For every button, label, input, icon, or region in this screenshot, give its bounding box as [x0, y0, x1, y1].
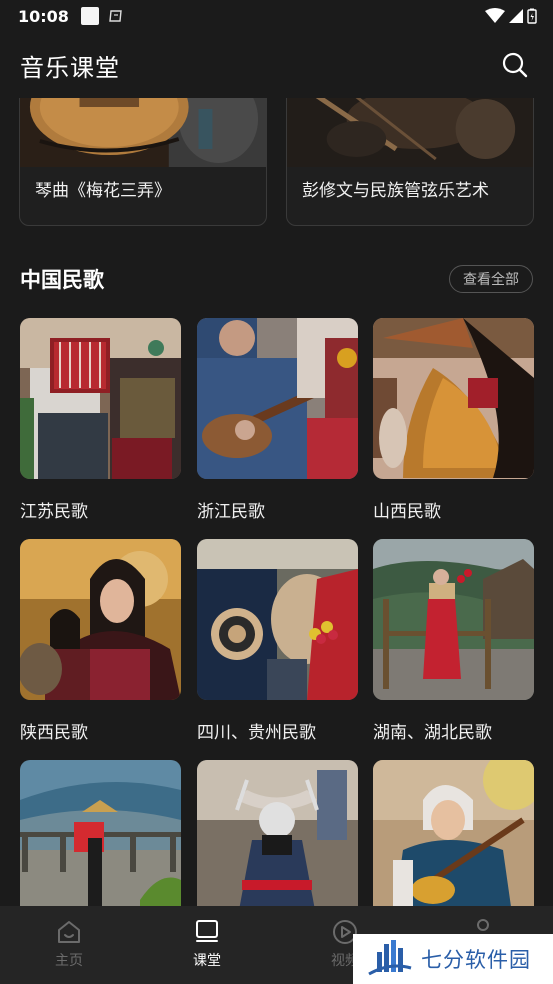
- home-icon: [58, 921, 80, 943]
- folk-song-label: 江苏民歌: [20, 502, 88, 522]
- watermark-text: 七分软件园: [421, 948, 531, 972]
- folk-song-image: [373, 318, 534, 479]
- notification-icon: [80, 7, 99, 25]
- folk-song-label: 四川、贵州民歌: [197, 723, 316, 743]
- nav-home[interactable]: 主页: [0, 906, 138, 984]
- battery-icon: [527, 8, 537, 24]
- folk-song-tile[interactable]: 陕西民歌: [20, 539, 181, 743]
- folk-song-image: [20, 318, 181, 479]
- folk-song-image: [20, 539, 181, 700]
- folk-song-tile[interactable]: 江苏民歌: [20, 318, 181, 522]
- status-indicators: [485, 8, 537, 24]
- section-title: 中国民歌: [20, 268, 104, 292]
- watermark-logo-icon: [368, 940, 412, 976]
- signal-icon: [509, 9, 523, 23]
- see-all-button[interactable]: 查看全部: [449, 265, 533, 293]
- status-time: 10:08: [18, 6, 69, 26]
- folk-song-tile[interactable]: 山西民歌: [373, 318, 534, 522]
- folk-song-tile[interactable]: [197, 760, 358, 906]
- nav-label: 主页: [55, 953, 83, 969]
- folk-song-tile[interactable]: 四川、贵州民歌: [197, 539, 358, 743]
- folk-song-label: 陕西民歌: [20, 723, 88, 743]
- featured-card[interactable]: 彭修文与民族管弦乐艺术: [286, 98, 534, 226]
- app-notification-icon: [109, 10, 122, 22]
- nav-classroom[interactable]: 课堂: [138, 906, 276, 984]
- featured-title: 彭修文与民族管弦乐艺术: [302, 181, 489, 201]
- folk-song-image: [197, 760, 358, 906]
- folk-song-tile[interactable]: [373, 760, 534, 906]
- watermark: 七分软件园: [353, 934, 553, 984]
- search-button[interactable]: [497, 47, 533, 83]
- folk-song-tile[interactable]: 浙江民歌: [197, 318, 358, 522]
- folk-song-label: 湖南、湖北民歌: [373, 723, 492, 743]
- folk-song-tile[interactable]: 湖南、湖北民歌: [373, 539, 534, 743]
- nav-label: 课堂: [193, 953, 221, 969]
- folk-song-image: [197, 539, 358, 700]
- folk-song-image: [20, 760, 181, 906]
- folk-song-image: [373, 760, 534, 906]
- featured-image: [20, 98, 266, 167]
- content-scroll[interactable]: 琴曲《梅花三弄》 彭修文与民族管弦乐艺术 中国民歌 查看全部 江苏民歌 浙江民歌…: [0, 98, 553, 906]
- featured-image: [287, 98, 533, 167]
- folk-song-image: [373, 539, 534, 700]
- search-icon: [502, 52, 528, 78]
- folk-song-label: 山西民歌: [373, 502, 441, 522]
- folk-song-label: 浙江民歌: [197, 502, 265, 522]
- status-bar: 10:08: [0, 0, 553, 32]
- folk-song-tile[interactable]: [20, 760, 181, 906]
- folk-song-image: [197, 318, 358, 479]
- wifi-icon: [485, 8, 505, 23]
- classroom-icon: [196, 920, 218, 942]
- featured-title: 琴曲《梅花三弄》: [35, 181, 171, 201]
- app-bar: 音乐课堂: [0, 32, 553, 98]
- featured-card[interactable]: 琴曲《梅花三弄》: [19, 98, 267, 226]
- page-title: 音乐课堂: [20, 53, 120, 82]
